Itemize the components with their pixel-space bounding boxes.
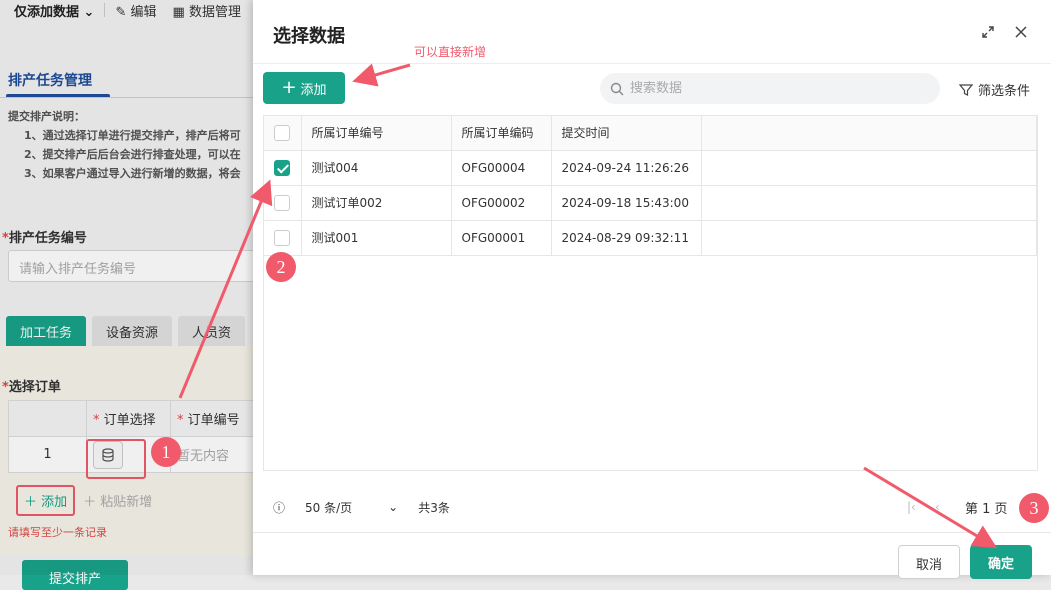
- chevron-down-icon[interactable]: ⌄: [388, 500, 398, 514]
- data-grid: 所属订单编号 所属订单编码 提交时间 测试004 OFG00004 2024-0…: [263, 115, 1038, 471]
- filter-button[interactable]: 筛选条件: [959, 80, 1030, 99]
- submit-time-cell: 2024-09-18 15:43:00: [551, 185, 702, 221]
- first-page-icon[interactable]: |‹: [907, 500, 916, 514]
- order-code-cell: OFG00001: [451, 220, 552, 256]
- submit-time-cell: 2024-09-24 11:26:26: [551, 150, 702, 186]
- column-header[interactable]: 所属订单编号: [301, 116, 452, 151]
- dialog-footer: 取消 确定: [253, 532, 1051, 579]
- select-all-cell: [264, 116, 302, 151]
- step-badge: 3: [1019, 493, 1049, 523]
- order-name-cell: 测试订单002: [301, 185, 452, 221]
- empty-cell: [701, 150, 1037, 186]
- annotation-hint: 可以直接新增: [414, 45, 487, 59]
- total-count: 共3条: [418, 500, 450, 515]
- order-code-cell: OFG00004: [451, 150, 552, 186]
- column-header[interactable]: 所属订单编码: [451, 116, 552, 151]
- add-data-button[interactable]: + 添加: [263, 72, 345, 104]
- page-size-select[interactable]: 50 条/页: [305, 499, 352, 516]
- table-row[interactable]: 测试004 OFG00004 2024-09-24 11:26:26: [264, 150, 1037, 186]
- filter-icon: [959, 83, 973, 96]
- order-code-cell: OFG00002: [451, 185, 552, 221]
- select-all-checkbox[interactable]: [274, 124, 291, 141]
- row-checkbox-cell: [264, 150, 302, 186]
- table-header-row: 所属订单编号 所属订单编码 提交时间: [264, 116, 1037, 151]
- step-badge: 2: [266, 252, 296, 282]
- prev-page-icon[interactable]: ‹: [935, 500, 940, 514]
- dialog-toolbar: +添加 筛选条件: [263, 72, 1043, 106]
- row-checkbox[interactable]: [274, 159, 291, 176]
- search-box: [600, 73, 940, 104]
- row-checkbox-cell: [264, 220, 302, 256]
- table-row[interactable]: 测试订单002 OFG00002 2024-09-18 15:43:00: [264, 185, 1037, 221]
- page-indicator: 第 1 页: [965, 501, 1008, 517]
- row-checkbox[interactable]: [274, 194, 291, 211]
- dialog-title: 选择数据: [273, 26, 345, 47]
- order-name-cell: 测试004: [301, 150, 452, 186]
- order-name-cell: 测试001: [301, 220, 452, 256]
- confirm-button[interactable]: 确定: [970, 545, 1032, 579]
- info-icon[interactable]: ⓘ: [273, 499, 285, 516]
- data-table: 所属订单编号 所属订单编码 提交时间 测试004 OFG00004 2024-0…: [264, 116, 1037, 256]
- row-checkbox[interactable]: [274, 229, 291, 246]
- close-icon[interactable]: [1013, 24, 1029, 40]
- step-badge: 1: [151, 437, 181, 467]
- plus-icon: +: [281, 77, 297, 98]
- empty-cell: [701, 185, 1037, 221]
- column-header: [701, 116, 1037, 151]
- expand-icon[interactable]: [980, 24, 996, 40]
- pagination: ⓘ 50 条/页 ⌄ 共3条 |‹ ‹ 第 1 页: [273, 497, 1043, 517]
- empty-cell: [701, 220, 1037, 256]
- table-row[interactable]: 测试001 OFG00001 2024-08-29 09:32:11: [264, 220, 1037, 256]
- search-input[interactable]: [630, 81, 910, 96]
- cancel-button[interactable]: 取消: [898, 545, 960, 579]
- row-checkbox-cell: [264, 185, 302, 221]
- column-header[interactable]: 提交时间: [551, 116, 702, 151]
- select-data-dialog: 选择数据 可以直接新增 +添加 筛选条件 所属订单编号 所属订单编码 提交时间: [253, 0, 1051, 579]
- submit-time-cell: 2024-08-29 09:32:11: [551, 220, 702, 256]
- dialog-header: 选择数据 可以直接新增: [253, 0, 1051, 64]
- search-icon: [610, 82, 624, 95]
